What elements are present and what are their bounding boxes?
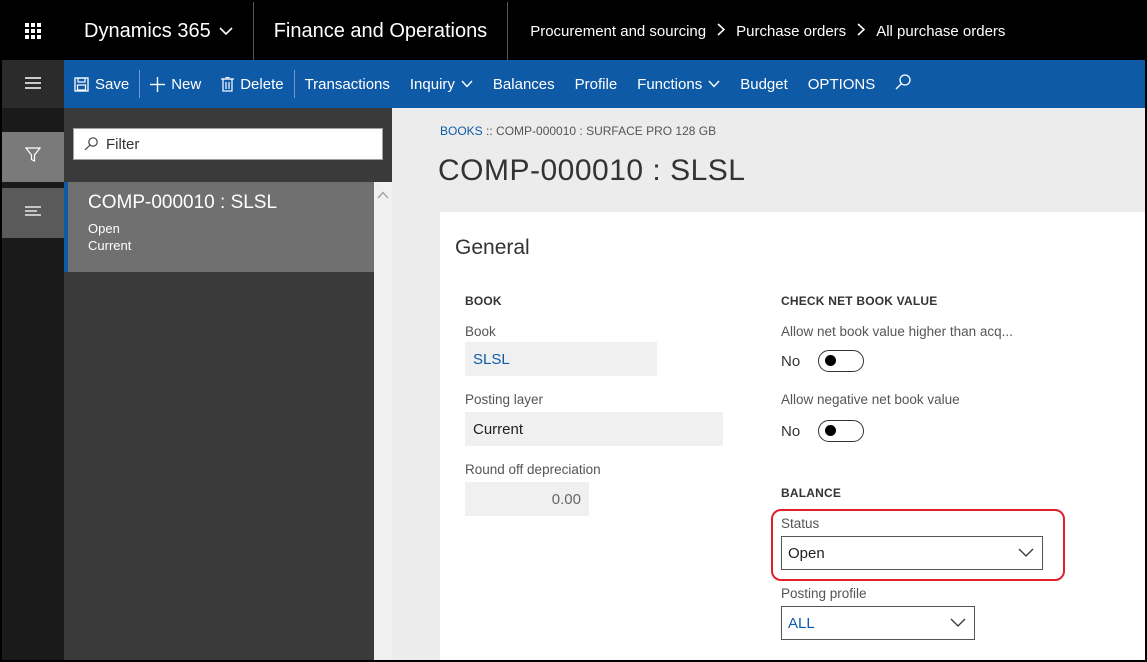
section-title[interactable]: General <box>455 236 530 260</box>
chevron-down-icon <box>950 614 966 634</box>
books-link[interactable]: BOOKS <box>440 124 483 138</box>
posting-profile-value: ALL <box>788 614 815 632</box>
round-off-label: Round off depreciation <box>465 462 601 477</box>
brand-label: Dynamics 365 <box>84 19 211 42</box>
app-window: Dynamics 365 Finance and Operations Proc… <box>0 0 1147 662</box>
list-item-layer: Current <box>88 238 132 253</box>
save-button[interactable]: Save <box>64 60 139 108</box>
trash-icon <box>221 76 235 92</box>
action-pane: Save New Delete Transactions Inquiry Bal… <box>2 60 1145 108</box>
posting-layer-field[interactable]: Current <box>465 412 723 446</box>
new-label: New <box>171 75 202 93</box>
chevron-down-icon <box>219 23 233 39</box>
balances-button[interactable]: Balances <box>483 60 565 108</box>
list-icon <box>25 204 41 222</box>
allow-negative-toggle[interactable]: No <box>781 420 865 442</box>
inquiry-label: Inquiry <box>409 75 455 93</box>
breadcrumb: Procurement and sourcing Purchase orders… <box>508 23 1005 40</box>
allow-negative-value: No <box>781 422 801 440</box>
record-caption: :: COMP-000010 : SURFACE PRO 128 GB <box>482 124 717 138</box>
left-rail <box>2 108 64 660</box>
new-button[interactable]: New <box>140 60 211 108</box>
posting-profile-label: Posting profile <box>781 586 867 601</box>
allow-higher-label: Allow net book value higher than acq... <box>781 324 1013 339</box>
page-title: COMP-000010 : SLSL <box>438 154 746 187</box>
book-group-header: BOOK <box>465 294 502 308</box>
save-label: Save <box>95 75 130 93</box>
functions-menu[interactable]: Functions <box>627 60 730 108</box>
posting-profile-select[interactable]: ALL <box>781 606 975 640</box>
balance-group-header: BALANCE <box>781 486 842 500</box>
breadcrumb-item[interactable]: Purchase orders <box>736 23 846 40</box>
delete-button[interactable]: Delete <box>211 60 293 108</box>
round-off-field[interactable]: 0.00 <box>465 482 589 516</box>
module-title[interactable]: Finance and Operations <box>254 2 509 60</box>
list-pane: Filter COMP-000010 : SLSL Open Current <box>64 108 392 660</box>
list-item[interactable]: COMP-000010 : SLSL Open Current <box>64 182 374 272</box>
toggle-knob <box>825 425 837 436</box>
filter-pane-button[interactable] <box>2 132 64 182</box>
funnel-icon <box>24 146 42 168</box>
transactions-tab[interactable]: Transactions <box>295 60 400 108</box>
chevron-down-icon <box>708 77 720 91</box>
inquiry-menu[interactable]: Inquiry <box>400 60 483 108</box>
plus-icon <box>150 76 166 92</box>
app-launcher-icon <box>25 23 41 39</box>
record-list: COMP-000010 : SLSL Open Current <box>64 182 374 660</box>
allow-higher-toggle[interactable]: No <box>781 350 865 372</box>
breadcrumb-item[interactable]: All purchase orders <box>876 23 1005 40</box>
chevron-right-icon <box>857 22 866 40</box>
options-tab[interactable]: OPTIONS <box>798 60 886 108</box>
hamburger-icon <box>25 76 41 93</box>
record-breadcrumb: BOOKS :: COMP-000010 : SURFACE PRO 128 G… <box>440 124 716 138</box>
book-label: Book <box>465 324 496 339</box>
search-icon <box>895 74 911 94</box>
chevron-right-icon <box>717 22 726 40</box>
chevron-down-icon <box>461 77 473 91</box>
search-icon <box>84 137 98 151</box>
list-view-button[interactable] <box>2 188 64 238</box>
save-icon <box>74 76 89 92</box>
toggle-switch[interactable] <box>818 350 865 372</box>
list-item-title: COMP-000010 : SLSL <box>88 192 278 213</box>
toggle-knob <box>825 355 837 366</box>
breadcrumb-item[interactable]: Procurement and sourcing <box>530 23 706 40</box>
chevron-up-icon[interactable] <box>377 188 389 202</box>
delete-label: Delete <box>240 75 284 93</box>
general-fasttab: General BOOK Book SLSL Posting layer Cur… <box>440 212 1145 660</box>
filter-placeholder: Filter <box>106 135 140 153</box>
book-field[interactable]: SLSL <box>465 342 657 376</box>
check-nbv-group-header: CHECK NET BOOK VALUE <box>781 294 938 308</box>
filter-input[interactable]: Filter <box>73 128 383 160</box>
list-item-status: Open <box>88 221 120 236</box>
allow-negative-label: Allow negative net book value <box>781 392 960 407</box>
list-scrollbar[interactable] <box>374 182 392 660</box>
top-nav-bar: Dynamics 365 Finance and Operations Proc… <box>2 2 1145 60</box>
posting-layer-label: Posting layer <box>465 392 544 407</box>
profile-button[interactable]: Profile <box>565 60 628 108</box>
brand-menu[interactable]: Dynamics 365 <box>64 2 254 60</box>
allow-higher-value: No <box>781 352 801 370</box>
status-highlight-annotation <box>771 509 1065 581</box>
functions-label: Functions <box>637 75 703 93</box>
toggle-switch[interactable] <box>818 420 865 442</box>
nav-menu-button[interactable] <box>2 60 64 108</box>
budget-button[interactable]: Budget <box>730 60 798 108</box>
search-button[interactable] <box>885 60 921 108</box>
app-launcher-button[interactable] <box>2 2 64 60</box>
